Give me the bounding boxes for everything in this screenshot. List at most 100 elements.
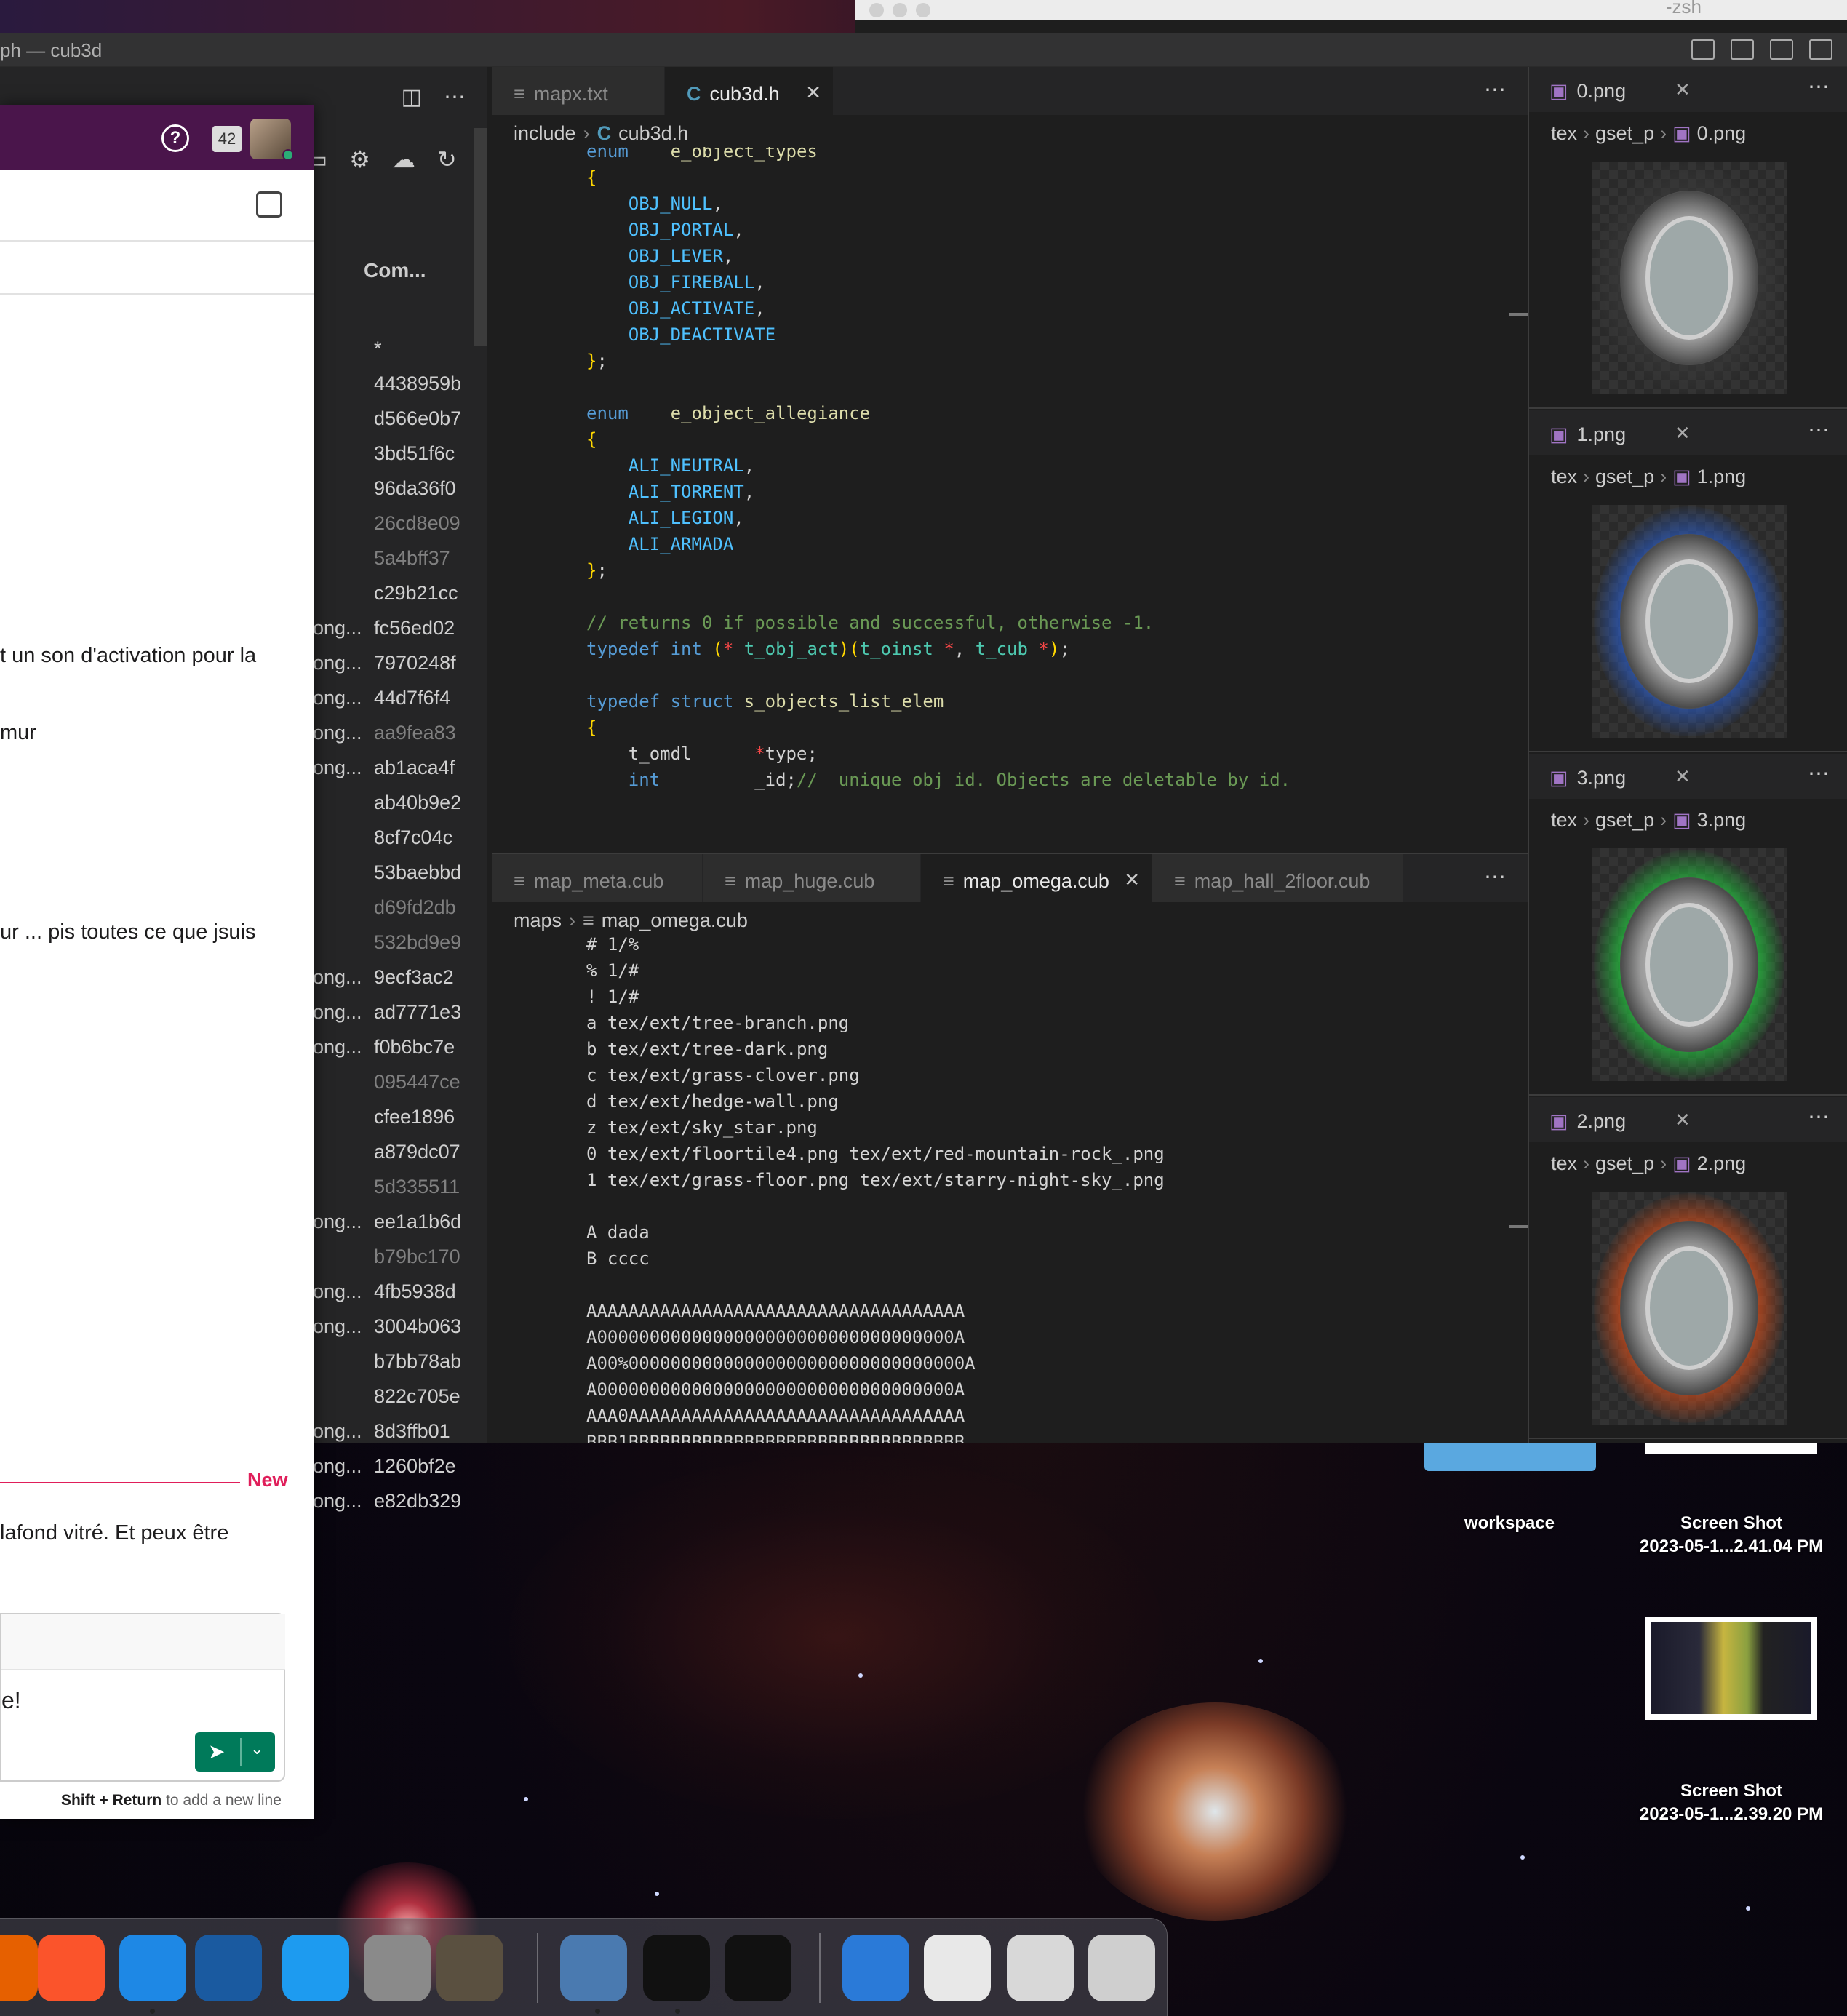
code-text[interactable]: d tex/ext/hedge-wall.png: [586, 1091, 839, 1112]
code-text[interactable]: % 1/#: [586, 960, 639, 981]
terminal-window[interactable]: -zsh: [855, 0, 1847, 33]
folder-icon[interactable]: [1424, 1443, 1596, 1471]
more-actions-icon[interactable]: ⋯: [444, 84, 466, 110]
gimp-icon[interactable]: [436, 1935, 503, 2001]
terminal-icon[interactable]: [643, 1935, 710, 2001]
customize-layout-icon[interactable]: [1809, 39, 1832, 60]
tab-mapx-txt[interactable]: ≡ mapx.txt: [492, 67, 665, 115]
send-button[interactable]: ➤ ⌄: [195, 1732, 275, 1772]
code-text[interactable]: a tex/ext/tree-branch.png: [586, 1013, 849, 1033]
tab-map-omega[interactable]: ≡ map_omega.cub ✕: [921, 854, 1152, 902]
rocket-icon[interactable]: [364, 1935, 431, 2001]
desktop-item-label[interactable]: workspace: [1426, 1512, 1593, 1535]
toggle-secondary-sidebar-icon[interactable]: [1770, 39, 1793, 60]
screenshot-thumbnail[interactable]: [1645, 1617, 1817, 1720]
commit-column-header[interactable]: Com...: [364, 259, 426, 282]
code-text[interactable]: A00%00000000000000000000000000000000A: [586, 1353, 976, 1374]
message-input[interactable]: e! ➤ ⌄: [0, 1613, 285, 1782]
preview-tab[interactable]: ▣ 1.png ✕ ⋯: [1529, 410, 1847, 455]
dock: [0, 1918, 1168, 2016]
code-text[interactable]: AAA0AAAAAAAAAAAAAAAAAAAAAAAAAAAAAAAA: [586, 1406, 965, 1426]
desktop-item-label[interactable]: Screen Shot 2023-05-1...2.41.04 PM: [1615, 1512, 1847, 1558]
close-icon[interactable]: ✕: [1675, 422, 1691, 445]
scrollbar-marker[interactable]: [1509, 1225, 1528, 1228]
screenshot-thumbnail[interactable]: [1645, 1443, 1817, 1454]
sidebar-scrollbar[interactable]: [474, 128, 487, 346]
desktop-nebula-core: [1077, 1702, 1353, 1921]
brave-icon[interactable]: [38, 1935, 105, 2001]
close-icon[interactable]: ✕: [805, 81, 821, 104]
compose-icon[interactable]: [256, 191, 282, 218]
close-icon[interactable]: ✕: [1124, 869, 1140, 891]
code-text[interactable]: A0000000000000000000000000000000000A: [586, 1327, 965, 1347]
virtualbox-icon[interactable]: [195, 1935, 262, 2001]
preview-tab[interactable]: ▣ 0.png ✕ ⋯: [1529, 67, 1847, 112]
code-text[interactable]: # 1/%: [586, 934, 639, 955]
cloud-upload-icon[interactable]: ☁: [392, 146, 415, 173]
running-indicator: [675, 2009, 680, 2014]
preview-breadcrumb[interactable]: tex › gset_p › ▣ 1.png: [1551, 466, 1746, 488]
tab-map-huge[interactable]: ≡ map_huge.cub: [703, 854, 921, 902]
more-actions-icon[interactable]: ⋯: [1808, 418, 1830, 443]
preview-icon[interactable]: [560, 1935, 627, 2001]
close-dot[interactable]: [869, 3, 884, 17]
preview-breadcrumb[interactable]: tex › gset_p › ▣ 3.png: [1551, 809, 1746, 832]
firefox-icon[interactable]: [0, 1935, 38, 2001]
code-text[interactable]: A dada: [586, 1222, 650, 1243]
close-icon[interactable]: ✕: [1675, 765, 1691, 788]
code-text[interactable]: 1 tex/ext/grass-floor.png tex/ext/starry…: [586, 1170, 1165, 1190]
breadcrumb[interactable]: include › Ccub3d.h: [514, 122, 688, 145]
tab-cub3d-h[interactable]: Ccub3d.h ✕: [665, 67, 834, 115]
code-text[interactable]: A0000000000000000000000000000000000A: [586, 1379, 965, 1400]
split-view-icon[interactable]: ◫: [402, 84, 422, 110]
zoom-dot[interactable]: [916, 3, 930, 17]
tab-map-hall-2floor[interactable]: ≡ map_hall_2floor.cub: [1152, 854, 1404, 902]
preview-breadcrumb[interactable]: tex › gset_p › ▣ 2.png: [1551, 1152, 1746, 1175]
preview-tab[interactable]: ▣ 2.png ✕ ⋯: [1529, 1097, 1847, 1142]
workspace-badge[interactable]: 42: [212, 126, 242, 152]
chrome-window-icon[interactable]: [1007, 1935, 1074, 2001]
code-editor-bottom[interactable]: 1# 1/%2% 1/#3! 1/#4a tex/ext/tree-branch…: [492, 934, 1510, 1443]
formatting-toolbar[interactable]: [1, 1614, 285, 1670]
code-text[interactable]: BBB1BBBBBBBBBBBBBBBBBBBBBBBBBBBBBBBB: [586, 1432, 965, 1443]
help-icon[interactable]: ?: [161, 124, 189, 152]
scrollbar-marker[interactable]: [1509, 313, 1528, 316]
trash-icon[interactable]: [1088, 1935, 1155, 2001]
minimize-dot[interactable]: [893, 3, 907, 17]
image-preview-pane: ▣ 3.png ✕ ⋯ tex › gset_p › ▣ 3.png: [1529, 754, 1847, 1096]
xcode-icon[interactable]: [282, 1935, 349, 2001]
vscode-icon[interactable]: [119, 1935, 186, 2001]
message-draft[interactable]: e!: [1, 1687, 21, 1714]
more-actions-icon[interactable]: ⋯: [1484, 864, 1506, 890]
close-icon[interactable]: ✕: [1675, 79, 1691, 101]
code-text[interactable]: B cccc: [586, 1248, 650, 1269]
exec-icon[interactable]: [725, 1935, 791, 2001]
code-text[interactable]: 0 tex/ext/floortile4.png tex/ext/red-mou…: [586, 1144, 1165, 1164]
refresh-icon[interactable]: ↻: [437, 146, 457, 173]
code-text[interactable]: AAAAAAAAAAAAAAAAAAAAAAAAAAAAAAAAAAAA: [586, 1301, 965, 1321]
breadcrumb-bottom[interactable]: maps › ≡ map_omega.cub: [514, 909, 748, 932]
gear-icon[interactable]: ⚙: [349, 146, 370, 173]
close-icon[interactable]: ✕: [1675, 1109, 1691, 1131]
send-icon[interactable]: ➤: [208, 1740, 225, 1764]
commit-hash: 5d335511: [374, 1176, 460, 1198]
preview-breadcrumb[interactable]: tex › gset_p › ▣ 0.png: [1551, 122, 1746, 145]
preview-tab[interactable]: ▣ 3.png ✕ ⋯: [1529, 754, 1847, 799]
more-actions-icon[interactable]: ⋯: [1808, 761, 1830, 786]
code-text[interactable]: ! 1/#: [586, 987, 639, 1007]
terminal-titlebar[interactable]: -zsh: [855, 0, 1847, 20]
document-icon[interactable]: [924, 1935, 991, 2001]
chevron-down-icon[interactable]: ⌄: [250, 1740, 263, 1758]
desktop-item-label[interactable]: Screen Shot 2023-05-1...2.39.20 PM: [1615, 1780, 1847, 1826]
more-actions-icon[interactable]: ⋯: [1808, 74, 1830, 100]
code-text[interactable]: b tex/ext/tree-dark.png: [586, 1039, 828, 1059]
code-editor-top[interactable]: 334enum e_object_types 335{ 336 OBJ_NULL…: [492, 147, 1510, 845]
globe-icon[interactable]: [842, 1935, 909, 2001]
more-actions-icon[interactable]: ⋯: [1808, 1104, 1830, 1130]
more-actions-icon[interactable]: ⋯: [1484, 77, 1506, 103]
tab-map-meta[interactable]: ≡ map_meta.cub: [492, 854, 703, 902]
code-text[interactable]: z tex/ext/sky_star.png: [586, 1117, 818, 1138]
code-text[interactable]: c tex/ext/grass-clover.png: [586, 1065, 860, 1085]
toggle-panel-icon[interactable]: [1731, 39, 1754, 60]
toggle-sidebar-icon[interactable]: [1691, 39, 1715, 60]
